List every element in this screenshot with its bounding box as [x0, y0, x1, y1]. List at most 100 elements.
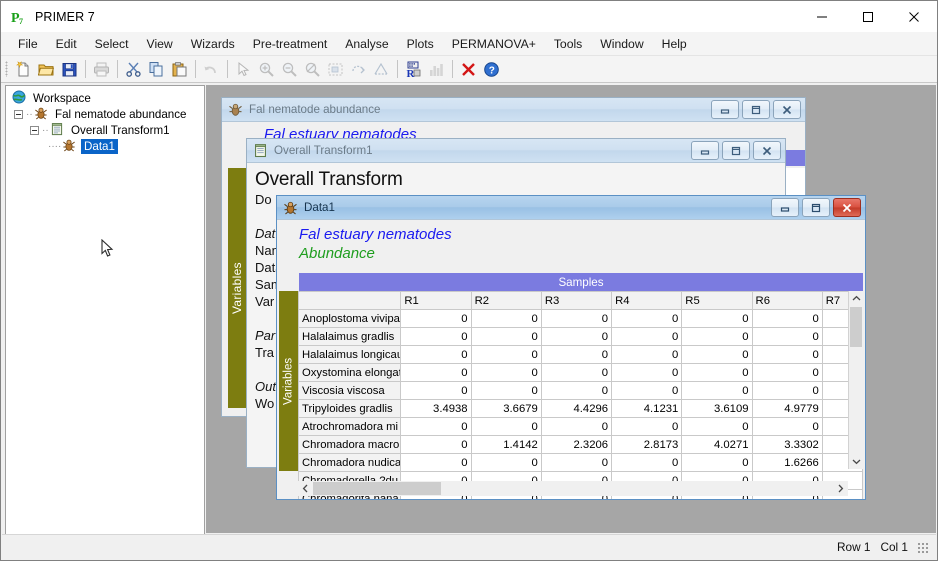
cell[interactable]: 0	[470, 417, 542, 436]
new-icon[interactable]	[12, 58, 35, 80]
cell[interactable]: 0	[611, 381, 683, 400]
table-row[interactable]: Chromadora macro 0 1.4142 2.3206 2.8173 …	[297, 435, 864, 454]
window-fal-titlebar[interactable]: Fal nematode abundance	[222, 98, 805, 122]
cell[interactable]: 0	[400, 363, 472, 382]
col-header-r3[interactable]: R3	[540, 291, 613, 310]
row-header[interactable]: Halalaimus gradlis	[297, 327, 402, 346]
table-row[interactable]: Oxystomina elongat 0 0 0 0 0 0	[297, 363, 864, 382]
cell[interactable]: 2.3206	[540, 435, 613, 454]
cell[interactable]: 0	[400, 435, 472, 454]
cell[interactable]: 4.9779	[751, 399, 823, 418]
table-row[interactable]: Atrochromadora mi 0 0 0 0 0 0	[297, 417, 864, 436]
workspace-tree-panel[interactable]: Workspace ·· Fal nematode abundance ·· O…	[5, 85, 205, 535]
row-header[interactable]: Atrochromadora mi	[297, 417, 402, 436]
window-overall-transform-titlebar[interactable]: Overall Transform1	[247, 139, 785, 163]
menu-tools[interactable]: Tools	[545, 34, 591, 54]
menu-pre-treatment[interactable]: Pre-treatment	[244, 34, 337, 54]
cell[interactable]: 0	[470, 381, 542, 400]
cell[interactable]: 2.8173	[611, 435, 683, 454]
menu-file[interactable]: File	[9, 34, 47, 54]
cell[interactable]: 3.6679	[470, 399, 542, 418]
save-icon[interactable]	[58, 58, 81, 80]
cell[interactable]: 0	[611, 309, 683, 328]
row-header[interactable]: Oxystomina elongat	[297, 363, 402, 382]
maximize-icon[interactable]	[845, 1, 891, 32]
flip-icon[interactable]	[370, 58, 393, 80]
menu-select[interactable]: Select	[86, 34, 138, 54]
cell[interactable]: 0	[681, 453, 753, 472]
pointer-icon[interactable]	[232, 58, 255, 80]
table-row[interactable]: Viscosia viscosa 0 0 0 0 0 0	[297, 381, 864, 400]
maximize-icon[interactable]	[722, 141, 750, 160]
r-script-icon[interactable]: R	[402, 58, 425, 80]
minimize-icon[interactable]	[799, 1, 845, 32]
cut-icon[interactable]	[122, 58, 145, 80]
table-row[interactable]: Tripyloides gradlis 3.4938 3.6679 4.4296…	[297, 399, 864, 418]
row-header[interactable]: Viscosia viscosa	[297, 381, 402, 400]
tree-node-fal-nematode-abundance[interactable]: ·· Fal nematode abundance	[6, 106, 204, 122]
cell[interactable]: 0	[681, 309, 753, 328]
cell[interactable]: 0	[751, 345, 823, 364]
col-header-r1[interactable]: R1	[400, 291, 472, 310]
cell[interactable]: 0	[540, 327, 613, 346]
zoom-out-icon[interactable]	[278, 58, 301, 80]
row-header[interactable]: Chromadora nudica	[297, 453, 402, 472]
horizontal-scroll-thumb[interactable]	[313, 482, 441, 495]
minimize-icon[interactable]	[691, 141, 719, 160]
row-header[interactable]: Anoplostoma vivipa	[297, 309, 402, 328]
table-row[interactable]: Anoplostoma vivipa 0 0 0 0 0 0	[297, 309, 864, 328]
cell[interactable]: 0	[470, 327, 542, 346]
menu-wizards[interactable]: Wizards	[182, 34, 244, 54]
cell[interactable]: 0	[470, 453, 542, 472]
close-icon[interactable]	[753, 141, 781, 160]
paste-icon[interactable]	[168, 58, 191, 80]
menu-plots[interactable]: Plots	[398, 34, 443, 54]
data-table[interactable]: R1 R2 R3 R4 R5 R6 R7 Anoplostoma vivipa …	[297, 291, 864, 499]
vertical-scroll-thumb[interactable]	[850, 307, 862, 347]
col-header-r6[interactable]: R6	[751, 291, 823, 310]
cell[interactable]: 0	[400, 453, 472, 472]
menu-window[interactable]: Window	[591, 34, 652, 54]
zoom-in-icon[interactable]	[255, 58, 278, 80]
cell[interactable]: 0	[751, 327, 823, 346]
chevron-up-icon[interactable]	[849, 291, 863, 306]
cell[interactable]: 0	[540, 363, 613, 382]
cell[interactable]: 0	[611, 363, 683, 382]
menu-view[interactable]: View	[138, 34, 182, 54]
row-header[interactable]: Tripyloides gradlis	[297, 399, 402, 418]
cell[interactable]: 0	[470, 345, 542, 364]
row-header[interactable]: Chromadora macro	[297, 435, 402, 454]
cell[interactable]: 0	[681, 381, 753, 400]
cell[interactable]: 4.1231	[611, 399, 683, 418]
col-header-r2[interactable]: R2	[470, 291, 542, 310]
delete-icon[interactable]	[457, 58, 480, 80]
cell[interactable]: 0	[540, 309, 613, 328]
cell[interactable]: 0	[681, 417, 753, 436]
cell[interactable]: 0	[611, 345, 683, 364]
cell[interactable]: 1.4142	[470, 435, 542, 454]
cell[interactable]: 3.4938	[400, 399, 472, 418]
chevron-right-icon[interactable]	[833, 484, 848, 493]
cell[interactable]: 0	[400, 345, 472, 364]
data1-grid[interactable]: R1 R2 R3 R4 R5 R6 R7 Anoplostoma vivipa …	[297, 291, 864, 499]
resize-grip-icon[interactable]	[916, 541, 928, 553]
help-icon[interactable]: ?	[480, 58, 503, 80]
zoom-reset-icon[interactable]	[301, 58, 324, 80]
cell[interactable]: 0	[611, 453, 683, 472]
cell[interactable]: 0	[400, 381, 472, 400]
table-row[interactable]: Halalaimus longicau 0 0 0 0 0 0	[297, 345, 864, 364]
cell[interactable]: 0	[400, 327, 472, 346]
minimize-icon[interactable]	[711, 100, 739, 119]
cell[interactable]: 0	[470, 363, 542, 382]
rotate-icon[interactable]	[347, 58, 370, 80]
close-icon[interactable]	[833, 198, 861, 217]
tree-node-data1[interactable]: ···· Data1	[6, 138, 204, 154]
cell[interactable]: 4.4296	[540, 399, 613, 418]
undo-icon[interactable]	[200, 58, 223, 80]
cell[interactable]: 1.6266	[751, 453, 823, 472]
cell[interactable]: 0	[681, 327, 753, 346]
cell[interactable]: 0	[611, 327, 683, 346]
close-icon[interactable]	[891, 1, 937, 32]
cell[interactable]: 3.6109	[681, 399, 753, 418]
toolbar-grip[interactable]	[5, 61, 8, 77]
